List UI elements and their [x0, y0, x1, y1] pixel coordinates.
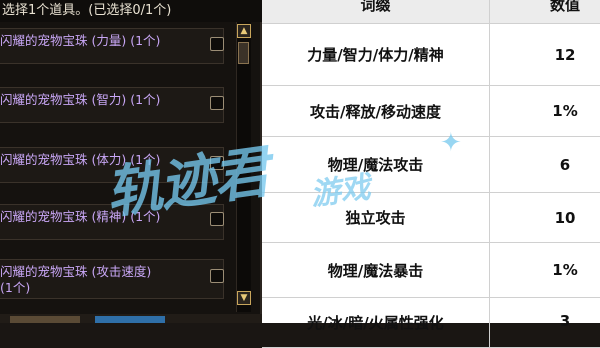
table-row: 攻击/释放/移动速度 1% [262, 86, 600, 137]
item-checkbox[interactable] [210, 37, 224, 51]
scroll-up-button[interactable]: ▲ [237, 24, 251, 38]
scrollbar[interactable]: ▲ ▼ [236, 22, 251, 312]
item-label-line2: (1个) [0, 280, 31, 295]
scroll-thumb[interactable] [238, 42, 249, 64]
item-select-dialog: 选择1个道具。(已选择0/1个) 闪耀的宠物宝珠 (力量) (1个) 闪耀的宠物… [0, 0, 262, 323]
header-value: 数值 [549, 0, 580, 14]
list-item[interactable]: 闪耀的宠物宝珠 (力量) (1个) [0, 28, 224, 64]
item-label: 闪耀的宠物宝珠 (体力) (1个) [0, 152, 161, 167]
item-checkbox[interactable] [210, 96, 224, 110]
item-checkbox[interactable] [210, 212, 224, 226]
value-cell: 10 [554, 208, 576, 227]
table-row: 独立攻击 10 [262, 193, 600, 243]
cancel-button[interactable] [10, 316, 80, 323]
list-item[interactable]: 闪耀的宠物宝珠 (智力) (1个) [0, 87, 224, 123]
dialog-header: 选择1个道具。(已选择0/1个) [0, 0, 262, 22]
item-label: 闪耀的宠物宝珠 (智力) (1个) [0, 92, 161, 107]
list-item[interactable]: 闪耀的宠物宝珠 (攻击速度) (1个) [0, 259, 224, 299]
item-label: 闪耀的宠物宝珠 (精神) (1个) [0, 209, 161, 224]
confirm-button[interactable] [95, 316, 165, 323]
table-row: 力量/智力/体力/精神 12 [262, 24, 600, 86]
dialog-button-bar [0, 314, 262, 323]
scroll-down-button[interactable]: ▼ [237, 291, 251, 305]
value-cell: 1% [552, 261, 578, 279]
value-cell: 6 [559, 155, 571, 174]
table-row: 物理/魔法暴击 1% [262, 243, 600, 298]
list-item[interactable]: 闪耀的宠物宝珠 (精神) (1个) [0, 204, 224, 240]
affix-cell: 攻击/释放/移动速度 [262, 86, 490, 136]
item-checkbox[interactable] [210, 269, 224, 283]
value-cell: 12 [554, 45, 576, 64]
list-item[interactable]: 闪耀的宠物宝珠 (体力) (1个) [0, 147, 224, 183]
affix-cell: 力量/智力/体力/精神 [262, 24, 490, 85]
item-label: 闪耀的宠物宝珠 (力量) (1个) [0, 33, 161, 48]
affix-cell: 物理/魔法攻击 [262, 137, 490, 192]
affix-table: 词缀 数值 力量/智力/体力/精神 12 攻击/释放/移动速度 1% 物理/魔法… [262, 0, 600, 348]
item-list: 闪耀的宠物宝珠 (力量) (1个) 闪耀的宠物宝珠 (智力) (1个) 闪耀的宠… [0, 26, 236, 316]
affix-cell: 独立攻击 [262, 193, 490, 242]
table-row: 物理/魔法攻击 6 [262, 137, 600, 193]
table-header-row: 词缀 数值 [262, 0, 600, 24]
header-affix: 词缀 [262, 0, 490, 23]
table-row: 光/冰/暗/火属性强化 3 [262, 298, 600, 348]
item-label: 闪耀的宠物宝珠 (攻击速度) [0, 264, 152, 279]
item-checkbox[interactable] [210, 156, 224, 170]
affix-cell: 物理/魔法暴击 [262, 243, 490, 297]
value-cell: 1% [552, 102, 578, 120]
